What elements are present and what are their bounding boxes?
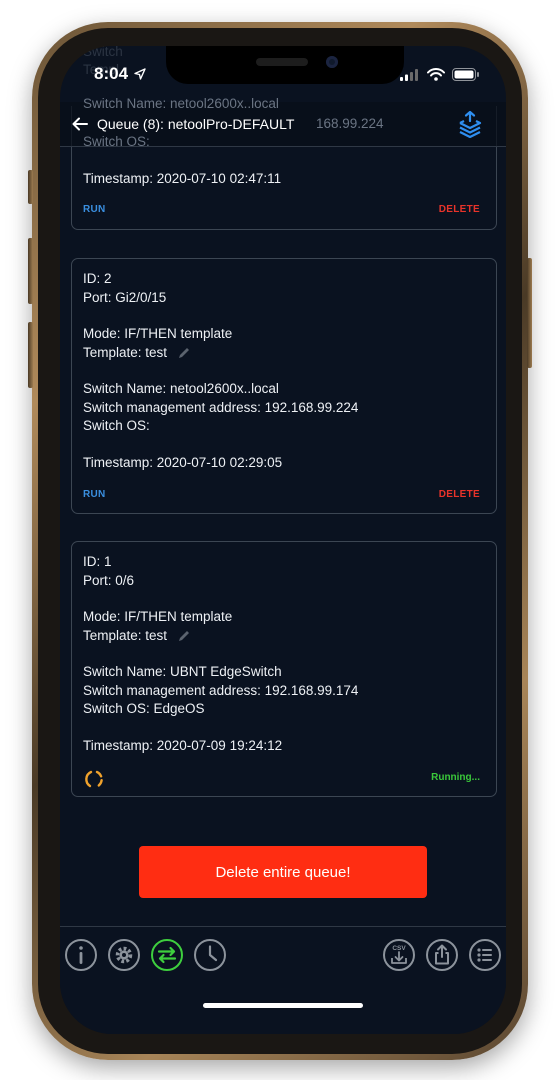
scrolled-switch-ip-tail-label: 168.99.224 (316, 116, 384, 131)
run-button[interactable]: RUN (83, 204, 106, 215)
home-indicator[interactable] (203, 1003, 363, 1008)
delete-button[interactable]: DELETE (439, 204, 480, 215)
scrolled-switch-os-label: Switch OS: (83, 134, 150, 149)
scrolled-switch-ip-tail: 168.99.224 (316, 116, 384, 131)
queue-card-1: ID: 1 Port: 0/6 Mode: IF/THEN template T… (71, 541, 497, 797)
history-icon[interactable] (193, 938, 227, 972)
list-icon[interactable] (468, 938, 502, 972)
delete-entire-queue-button[interactable]: Delete entire queue! (139, 846, 427, 898)
status-indicators (400, 68, 480, 81)
front-camera (326, 56, 338, 68)
notch (166, 46, 404, 84)
info-icon[interactable] (64, 938, 98, 972)
card-timestamp: Timestamp: 2020-07-09 19:24:12 (83, 738, 283, 753)
back-arrow-icon[interactable] (70, 114, 90, 134)
card-template: Template: test (83, 628, 168, 643)
card-switch-mgmt: Switch management address: 192.168.99.17… (83, 683, 359, 698)
card-port: Port: 0/6 (83, 573, 135, 588)
run-button[interactable]: RUN (83, 489, 106, 500)
scrolled-switch-os: Switch OS: (83, 134, 150, 149)
card-template-row: Template: test (83, 628, 191, 643)
card-id: ID: 1 (83, 554, 112, 569)
card-switch-os: Switch OS: EdgeOS (83, 701, 205, 716)
delete-button[interactable]: DELETE (439, 489, 480, 500)
status-time-group: 8:04 (94, 64, 146, 84)
cellular-signal-icon (400, 69, 418, 81)
running-status: Running... (431, 772, 480, 783)
mute-switch (28, 170, 33, 204)
card-port: Port: Gi2/0/15 (83, 290, 167, 305)
status-time: 8:04 (94, 64, 129, 83)
upload-stack-icon[interactable] (456, 110, 484, 138)
card-mode: Mode: IF/THEN template (83, 326, 233, 341)
battery-icon (452, 68, 479, 81)
card-template-row: Template: test (83, 345, 191, 360)
bottom-toolbar: CSV (60, 926, 506, 1034)
card-timestamp: Timestamp: 2020-07-10 02:29:05 (83, 455, 283, 470)
csv-label: CSV (392, 945, 406, 952)
page-title: Queue (8): netoolPro-DEFAULT (97, 116, 295, 132)
card-switch-mgmt: Switch management address: 192.168.99.22… (83, 400, 359, 415)
csv-export-icon[interactable]: CSV (382, 938, 416, 972)
speaker-grille (256, 58, 308, 66)
card-switch-name: Switch Name: netool2600x..local (83, 381, 279, 396)
volume-up-button (28, 238, 33, 304)
sync-icon[interactable] (150, 938, 184, 972)
queue-card-2: ID: 2 Port: Gi2/0/15 Mode: IF/THEN templ… (71, 258, 497, 514)
volume-down-button (28, 322, 33, 388)
pencil-icon[interactable] (177, 629, 191, 643)
card-mode: Mode: IF/THEN template (83, 609, 233, 624)
share-icon[interactable] (425, 938, 459, 972)
card-timestamp: Timestamp: 2020-07-10 02:47:11 (83, 171, 282, 186)
location-arrow-icon (134, 68, 146, 80)
settings-icon[interactable] (107, 938, 141, 972)
card-switch-os: Switch OS: (83, 418, 150, 433)
app-screen: 8:04 Switch Templ Switch Name: netool260… (60, 46, 506, 1034)
card-template: Template: test (83, 345, 168, 360)
power-button (527, 258, 532, 368)
card-switch-name: Switch Name: UBNT EdgeSwitch (83, 664, 282, 679)
card-id: ID: 2 (83, 271, 112, 286)
pencil-icon[interactable] (177, 346, 191, 360)
loading-spinner-icon (85, 770, 103, 788)
wifi-icon (427, 68, 445, 81)
